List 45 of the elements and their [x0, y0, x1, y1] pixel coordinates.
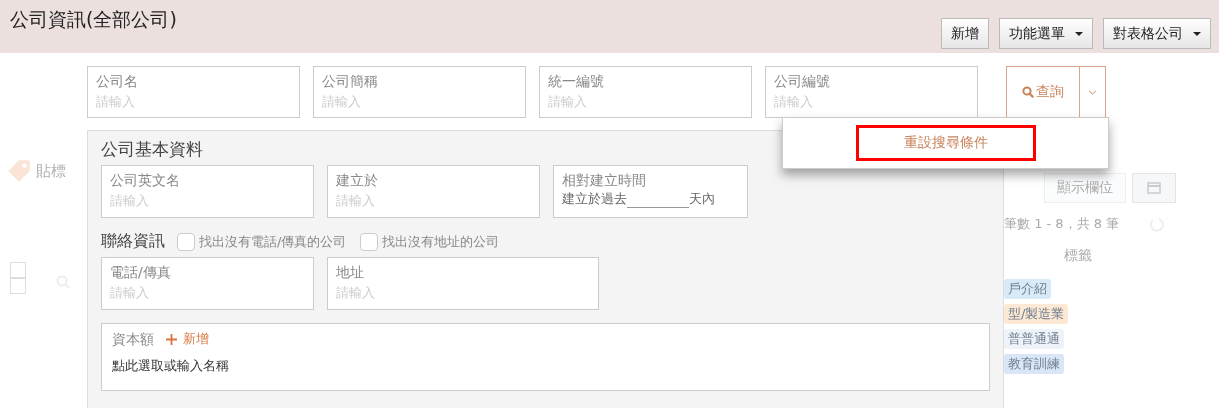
dropdown-button[interactable]: 功能選單	[999, 18, 1093, 49]
add-link[interactable]: 新增	[183, 330, 209, 348]
tag-button[interactable]: 貼標	[36, 161, 66, 181]
field-text: 建立於過去	[562, 190, 627, 208]
tag-label: 普普通通	[1004, 329, 1064, 349]
field-label: 建立於	[336, 171, 379, 190]
checkbox[interactable]	[360, 232, 379, 251]
checkbox-label: 找出沒有電話/傳真的公司	[199, 232, 347, 251]
field-label: 相對建立時間	[562, 171, 647, 190]
section-title: 聯絡資訊	[101, 231, 165, 252]
page-title: 公司資訊(全部公司)	[9, 7, 177, 32]
checkbox-label: 找出沒有地址的公司	[382, 232, 500, 251]
tag-icon	[6, 158, 32, 184]
caret-icon	[1193, 31, 1201, 36]
checkbox[interactable]	[177, 232, 195, 251]
columns-button[interactable]: 顯示欄位	[1044, 173, 1126, 203]
field-label: 電話/傳真	[110, 263, 172, 282]
field-label: 公司名	[96, 72, 139, 91]
column-header: 標籤	[1064, 247, 1092, 265]
search-icon	[1022, 86, 1034, 98]
capital-field[interactable]: 資本額 新增 點此選取或輸入名稱	[101, 323, 990, 391]
chevron-icon	[1088, 89, 1097, 95]
checkbox[interactable]	[10, 278, 26, 294]
field-label: 公司英文名	[110, 171, 181, 190]
calendar-button[interactable]	[1132, 173, 1176, 203]
add-button[interactable]: 新增	[941, 18, 989, 49]
field-label: 公司編號	[774, 72, 831, 91]
tag-label: 戶介紹	[1004, 279, 1051, 299]
relative-time-field[interactable]: 相對建立時間 建立於過去 天內	[553, 165, 748, 218]
placeholder-text: 點此選取或輸入名稱	[112, 357, 230, 375]
field-text: 天內	[689, 190, 715, 208]
tag-label: 教育訓練	[1004, 354, 1064, 374]
field-label: 資本額	[112, 330, 154, 349]
section-title: 公司基本資料	[101, 138, 203, 161]
dropdown-button[interactable]: 對表格公司	[1103, 18, 1211, 49]
calendar-icon	[1147, 181, 1161, 195]
caret-icon	[1075, 31, 1083, 36]
checkbox[interactable]	[10, 262, 26, 278]
plus-icon	[166, 333, 177, 345]
reset-menu-item[interactable]: 重設搜尋條件	[855, 125, 1036, 161]
field-label: 地址	[336, 263, 365, 282]
tag-label: 型/製造業	[1004, 304, 1069, 324]
record-count: 筆數 1 - 8，共 8 筆	[1004, 215, 1120, 233]
field-label: 公司簡稱	[322, 72, 379, 91]
field-label: 統一編號	[548, 72, 605, 91]
